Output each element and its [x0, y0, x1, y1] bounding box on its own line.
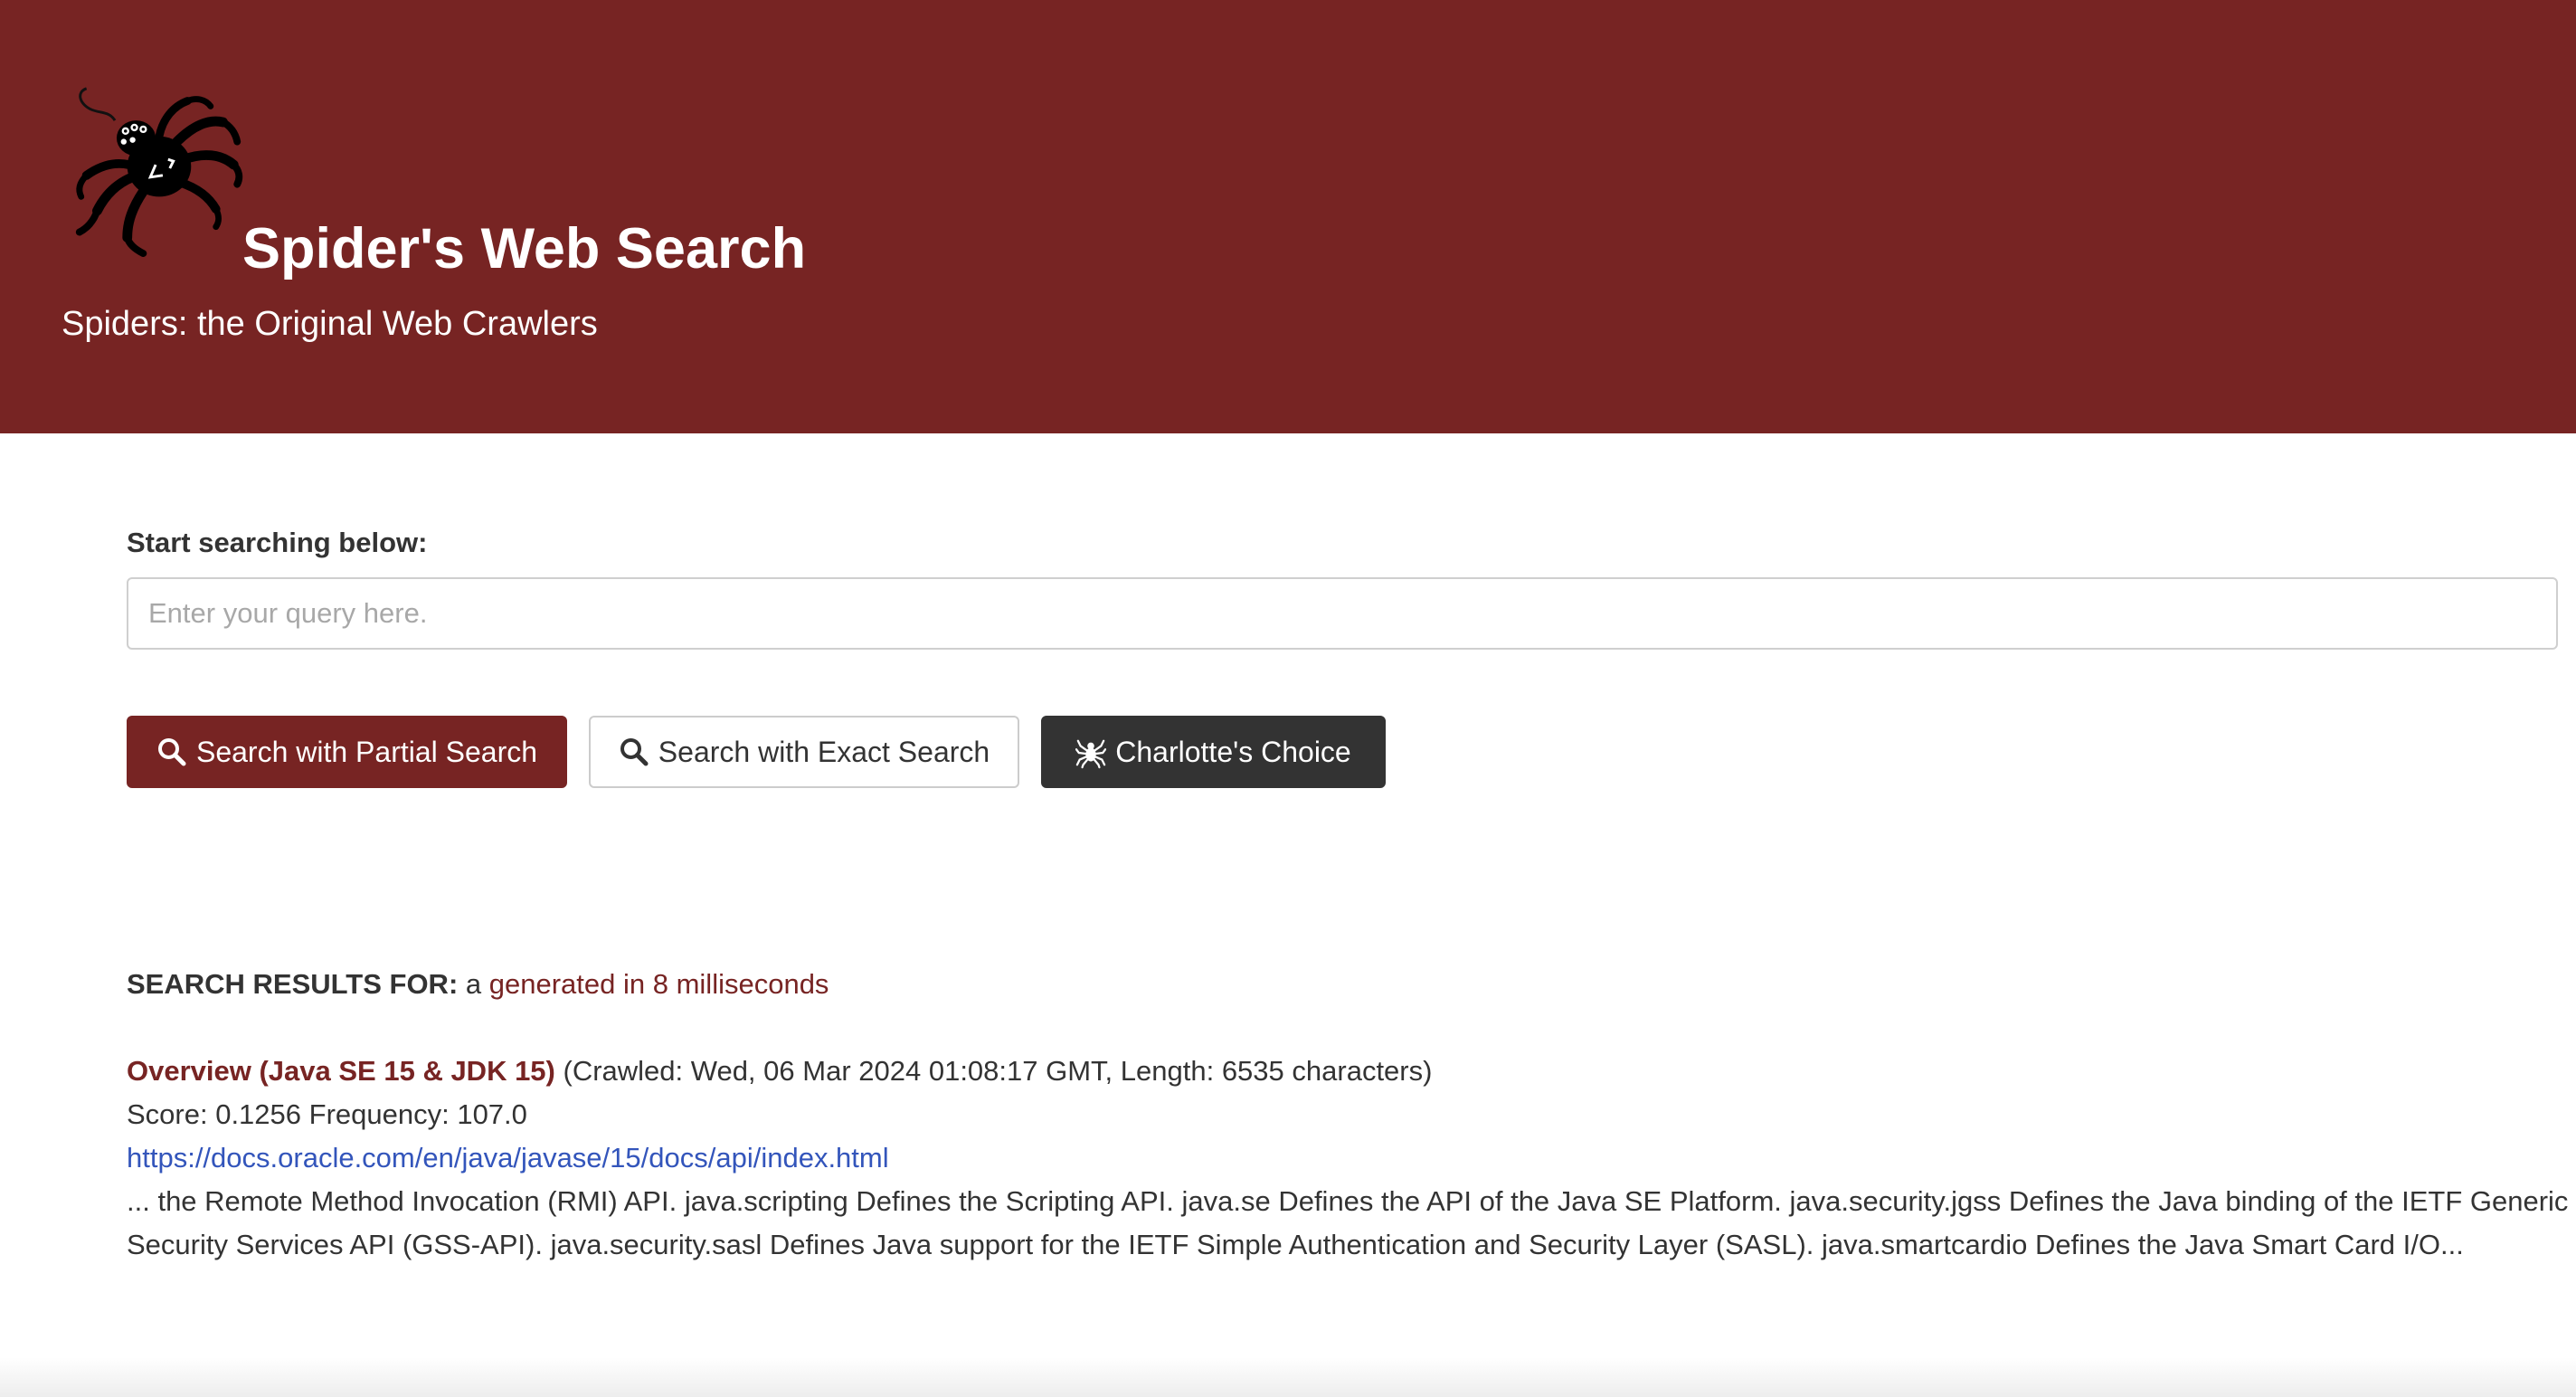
- spider-logo-icon: [75, 87, 243, 257]
- bottom-shadow: [0, 1357, 2576, 1397]
- site-header: Spider's Web Search Spiders: the Origina…: [0, 0, 2576, 433]
- search-input[interactable]: [127, 577, 2558, 650]
- site-title: Spider's Web Search: [242, 217, 807, 280]
- exact-search-button-label: Search with Exact Search: [658, 736, 990, 768]
- charlottes-choice-button-label: Charlotte's Choice: [1115, 736, 1351, 768]
- site-tagline: Spiders: the Original Web Crawlers: [62, 305, 598, 343]
- search-label: Start searching below:: [127, 527, 428, 558]
- result-meta: (Crawled: Wed, 06 Mar 2024 01:08:17 GMT,…: [563, 1055, 1433, 1087]
- charlottes-choice-button[interactable]: Charlotte's Choice: [1041, 716, 1386, 788]
- result-title-link[interactable]: Overview (Java SE 15 & JDK 15): [127, 1055, 555, 1087]
- spider-icon: [1075, 737, 1107, 769]
- search-icon: [619, 737, 649, 767]
- search-result: Overview (Java SE 15 & JDK 15) (Crawled:…: [127, 1050, 2569, 1267]
- partial-search-button[interactable]: Search with Partial Search: [127, 716, 567, 788]
- result-score: Score: 0.1256 Frequency: 107.0: [127, 1098, 527, 1130]
- result-url-link[interactable]: https://docs.oracle.com/en/java/javase/1…: [127, 1142, 889, 1174]
- results-timing: generated in 8 milliseconds: [488, 968, 829, 1000]
- search-icon: [156, 737, 187, 767]
- exact-search-button[interactable]: Search with Exact Search: [589, 716, 1019, 788]
- partial-search-button-label: Search with Partial Search: [195, 736, 538, 768]
- results-query: a: [465, 968, 482, 1000]
- result-title-line: Overview (Java SE 15 & JDK 15) (Crawled:…: [127, 1050, 2569, 1093]
- result-snippet: ... the Remote Method Invocation (RMI) A…: [127, 1185, 2569, 1260]
- results-header-label: SEARCH RESULTS FOR:: [127, 968, 459, 1000]
- results-header: SEARCH RESULTS FOR: a generated in 8 mil…: [127, 965, 829, 1004]
